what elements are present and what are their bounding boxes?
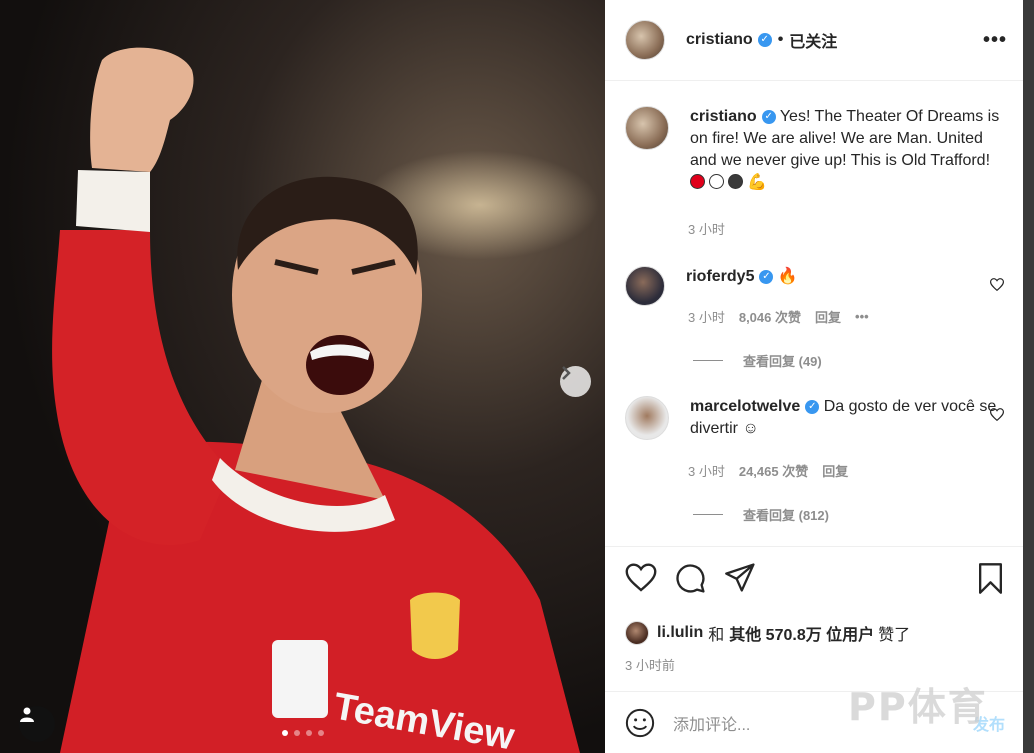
comment-meta: 3 小时 8,046 次赞 回复 ••• bbox=[688, 307, 869, 326]
verified-icon: ✓ bbox=[759, 269, 774, 284]
player-illustration: TeamView bbox=[52, 47, 580, 753]
emoji-icon[interactable] bbox=[625, 708, 655, 738]
comment-icon[interactable] bbox=[675, 563, 706, 594]
likes-summary: li.lulin 和 其他 570.8万 位用户 赞了 bbox=[625, 621, 910, 645]
post-header: cristiano ✓ • 已关注 ••• bbox=[605, 0, 1023, 81]
post-sidebar: cristiano ✓ • 已关注 ••• cristiano ✓ Yes! Th… bbox=[605, 0, 1023, 753]
next-image-button[interactable] bbox=[560, 366, 591, 397]
comment-likes[interactable]: 24,465 次赞 bbox=[739, 461, 808, 480]
comment-text: 🔥 bbox=[777, 268, 798, 285]
separator: • bbox=[777, 31, 784, 48]
liker-username[interactable]: li.lulin bbox=[657, 624, 703, 642]
more-options-button[interactable]: ••• bbox=[983, 29, 1007, 52]
avatar[interactable] bbox=[625, 106, 669, 150]
carousel-dot bbox=[318, 730, 324, 736]
comment-list: cristiano ✓ Yes! The Theater Of Dreams is… bbox=[605, 82, 1023, 546]
post-time[interactable]: 3 小时前 bbox=[625, 655, 675, 674]
comment-likes[interactable]: 8,046 次赞 bbox=[739, 307, 801, 326]
bookmark-icon[interactable] bbox=[976, 563, 1005, 594]
background-edge bbox=[1023, 0, 1034, 753]
comment-item: rioferdy5 ✓ 🔥 bbox=[625, 266, 1005, 306]
reply-button[interactable]: 回复 bbox=[822, 461, 848, 480]
view-replies-button[interactable]: 查看回复 (49) bbox=[693, 351, 822, 370]
avatar[interactable] bbox=[625, 20, 665, 60]
caption-time[interactable]: 3 小时 bbox=[688, 219, 725, 238]
author-username[interactable]: cristiano bbox=[686, 31, 753, 49]
flexed-biceps-icon: 💪 bbox=[747, 174, 767, 191]
avatar[interactable] bbox=[625, 266, 665, 306]
view-replies-button[interactable]: 查看回复 (812) bbox=[693, 505, 829, 524]
verified-icon: ✓ bbox=[761, 109, 776, 124]
view-replies-label: 查看回复 (812) bbox=[743, 508, 829, 523]
verified-icon: ✓ bbox=[805, 399, 820, 414]
carousel-dot bbox=[282, 730, 288, 736]
divider bbox=[693, 514, 723, 515]
likes-suffix: 赞了 bbox=[878, 627, 911, 644]
heart-icon[interactable] bbox=[990, 408, 1004, 421]
view-replies-label: 查看回复 (49) bbox=[743, 354, 822, 369]
action-icons bbox=[625, 563, 1005, 597]
caption-meta: 3 小时 bbox=[688, 219, 725, 238]
instagram-post-viewer: TeamView cristiano ✓ • 已关注 ••• cristiano… bbox=[0, 0, 1034, 753]
comment-input[interactable]: 添加评论... bbox=[673, 711, 750, 735]
post-actions: li.lulin 和 其他 570.8万 位用户 赞了 3 小时前 bbox=[605, 546, 1023, 691]
comment-time[interactable]: 3 小时 bbox=[688, 307, 725, 326]
comment-username[interactable]: marcelotwelve bbox=[690, 398, 800, 415]
chevron-right-icon bbox=[562, 366, 571, 380]
heart-icon[interactable] bbox=[625, 563, 657, 592]
tagged-users-button[interactable] bbox=[19, 706, 55, 742]
comment-meta: 3 小时 24,465 次赞 回复 bbox=[688, 461, 848, 480]
carousel-dot bbox=[306, 730, 312, 736]
comment-username[interactable]: rioferdy5 bbox=[686, 268, 754, 285]
carousel-dot bbox=[294, 730, 300, 736]
watermark: PP体育 bbox=[848, 685, 988, 729]
divider bbox=[693, 360, 723, 361]
post-image[interactable]: TeamView bbox=[0, 0, 605, 753]
share-icon[interactable] bbox=[725, 563, 756, 592]
carousel-indicator bbox=[282, 730, 324, 736]
follow-status-button[interactable]: 已关注 bbox=[789, 28, 837, 52]
red-circle-icon bbox=[690, 174, 705, 189]
verified-icon: ✓ bbox=[757, 33, 772, 47]
user-icon bbox=[20, 707, 34, 722]
heart-icon[interactable] bbox=[990, 278, 1004, 291]
likes-others[interactable]: 其他 570.8万 位用户 bbox=[729, 621, 874, 645]
comment-item: marcelotwelve ✓ Da gosto de ver você se d… bbox=[625, 396, 1005, 440]
caption: cristiano ✓ Yes! The Theater Of Dreams is… bbox=[625, 106, 1005, 194]
comment-more-button[interactable]: ••• bbox=[855, 309, 869, 324]
avatar[interactable] bbox=[625, 396, 669, 440]
avatar[interactable] bbox=[625, 621, 649, 645]
comment-time[interactable]: 3 小时 bbox=[688, 461, 725, 480]
caption-username[interactable]: cristiano bbox=[690, 108, 757, 125]
black-circle-icon bbox=[728, 174, 743, 189]
likes-and: 和 bbox=[708, 627, 725, 644]
reply-button[interactable]: 回复 bbox=[815, 307, 841, 326]
white-circle-icon bbox=[709, 174, 724, 189]
